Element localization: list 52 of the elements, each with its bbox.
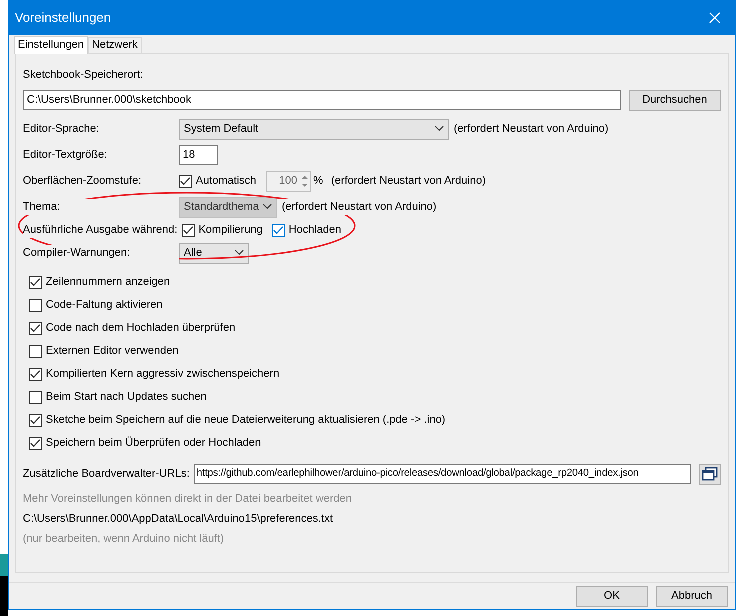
cancel-button[interactable]: Abbruch	[656, 586, 728, 606]
ok-button[interactable]: OK	[576, 586, 648, 606]
checkbox[interactable]	[29, 414, 42, 427]
check-icon	[30, 416, 41, 425]
checkbox[interactable]	[179, 174, 192, 188]
checkbox[interactable]	[29, 345, 42, 358]
caret-icon	[235, 250, 244, 256]
caret-icon	[435, 126, 444, 132]
checkbox-label: Code nach dem Hochladen überprüfen	[46, 321, 236, 336]
check-icon	[30, 324, 41, 333]
checkbox-label: Externen Editor verwenden	[46, 344, 179, 360]
path-text: C:\Users\Brunner.000\AppData\Local\Arduino15\preferences.txt	[23, 512, 334, 527]
checkbox-label: Code-Faltung aktivieren	[46, 298, 163, 314]
note-text: (erfordert Neustart von Arduino)	[282, 198, 437, 216]
checkbox[interactable]	[29, 276, 42, 289]
checkbox[interactable]	[29, 437, 42, 450]
caret-icon	[263, 204, 272, 210]
checkbox-label: Kompilierten Kern aggressiv zwischenspeichern	[46, 367, 280, 382]
checkbox-label: Speichern beim Überprüfen oder Hochladen	[46, 436, 262, 452]
tab[interactable]: Netzwerk	[88, 37, 142, 53]
spinner-field[interactable]: 100	[266, 170, 311, 192]
checkbox[interactable]	[29, 299, 42, 312]
field-label: Sketchbook-Speicherort:	[23, 68, 144, 83]
browse-button[interactable]: Durchsuchen	[629, 90, 721, 110]
checkbox-label: Hochladen	[288, 222, 342, 238]
checkbox-label: Kompilierung	[198, 222, 263, 238]
field-label: Compiler-Warnungen:	[23, 244, 179, 262]
path-field[interactable]: C:\Users\Brunner.000\sketchbook	[23, 90, 621, 110]
window-button[interactable]	[699, 464, 721, 484]
check-icon	[180, 176, 191, 186]
check-icon	[30, 278, 41, 287]
checkbox-label: Automatisch	[196, 174, 257, 189]
hint-text: Mehr Voreinstellungen können direkt in der Datei bearbeitet werden	[23, 492, 353, 507]
checkbox[interactable]	[29, 391, 42, 404]
checkbox[interactable]	[29, 368, 42, 381]
hint-text: (nur bearbeiten, wenn Arduino nicht läuft)	[23, 532, 226, 547]
window-title: Voreinstellungen	[15, 9, 112, 28]
unit-label: %	[314, 174, 324, 189]
text-field[interactable]: 18	[179, 145, 218, 165]
checkbox[interactable]	[29, 322, 42, 335]
check-icon	[30, 370, 41, 379]
dropdown[interactable]: Alle	[179, 242, 249, 264]
checkbox-label: Beim Start nach Updates suchen	[46, 390, 207, 406]
desktop-background	[0, 554, 8, 616]
checkbox-label: Zeilennummern anzeigen	[46, 275, 170, 290]
field-label: Zusätzliche Boardverwalter-URLs:	[23, 466, 190, 482]
tab[interactable]: Einstellungen	[14, 36, 88, 54]
checkbox-label: Sketche beim Speichern auf die neue Dateierweiterung aktualisieren (.pde -> .ino)	[46, 413, 446, 428]
dropdown[interactable]: System Default	[179, 118, 449, 140]
url-field[interactable]: https://github.com/earlephilhower/arduino-pico/releases/download/global/package_rp2040_index.json	[194, 464, 691, 484]
close-icon	[709, 12, 721, 24]
check-icon	[30, 439, 41, 448]
